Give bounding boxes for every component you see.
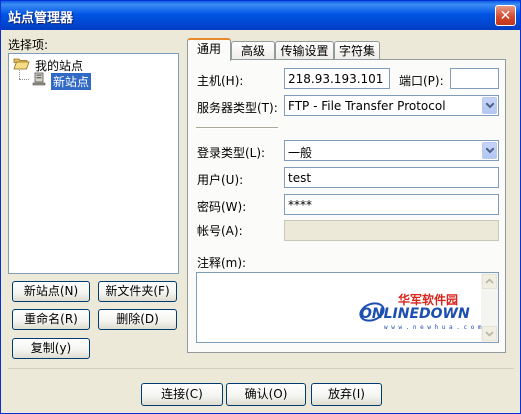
connect-button[interactable]: 连接(C) [141,383,223,406]
cancel-button-label: 放弃(I) [328,387,365,401]
password-label: 密码(W): [197,200,247,214]
chevron-down-icon [486,148,494,154]
copy-button-label: 复制(y) [30,341,72,355]
host-label: 主机(H): [197,74,244,88]
port-input[interactable] [450,68,499,89]
host-input[interactable]: 218.93.193.101 [284,68,390,89]
port-label: 端口(P): [399,74,444,88]
watermark-en: ONLINEDOWN [360,306,470,322]
chevron-down-icon [486,103,494,109]
site-tree[interactable]: 我的站点 新站点 [8,53,179,274]
site-manager-window: 站点管理器 ✕ 选择项: 我的站点 新站点 新站点(N) 新文件夹(F) 重命名… [0,0,521,414]
new-folder-button-label: 新文件夹(F) [105,284,170,298]
onlinedown-logo: 华军软件园 ONLINEDOWN w w w . n e w h u a . c… [359,292,482,331]
server-type-value: FTP - File Transfer Protocol [288,99,446,113]
watermark-cn: 华军软件园 [398,292,458,307]
password-input[interactable]: **** [284,194,499,215]
select-label: 选择项: [8,38,49,52]
new-folder-button[interactable]: 新文件夹(F) [98,281,177,302]
close-icon: ✕ [499,8,512,24]
watermark-logo: 华军软件园 ONLINEDOWN w w w . n e w h u a . c… [356,291,496,333]
ok-button[interactable]: 确认(O) [226,383,306,406]
chevron-up-icon [485,278,494,284]
rename-button-label: 重命名(R) [24,312,78,326]
close-button[interactable]: ✕ [495,5,516,26]
title-bar[interactable]: 站点管理器 ✕ [1,1,520,30]
cancel-button[interactable]: 放弃(I) [311,383,382,406]
separator [196,127,278,129]
server-type-select[interactable]: FTP - File Transfer Protocol [284,95,499,116]
login-type-select[interactable]: 一般 [284,140,499,161]
window-title: 站点管理器 [8,11,74,26]
login-type-dropdown-button[interactable] [482,142,497,159]
server-type-dropdown-button[interactable] [482,97,497,114]
copy-button[interactable]: 复制(y) [12,338,90,359]
delete-button[interactable]: 删除(D) [98,309,177,330]
footer-divider [8,368,514,369]
user-label: 用户(U): [197,173,244,187]
server-type-label: 服务器类型(T): [197,101,278,115]
watermark-url: w w w . n e w h u a . c o m [384,324,482,331]
new-site-button-label: 新站点(N) [23,284,79,298]
tab-charset[interactable]: 字符集 [334,41,380,61]
comment-label: 注释(m): [197,256,247,270]
connect-button-label: 连接(C) [161,387,203,401]
user-input[interactable]: test [284,167,499,188]
scroll-up-button[interactable] [482,274,497,289]
tab-advanced[interactable]: 高级 [231,41,275,61]
rename-button[interactable]: 重命名(R) [12,309,90,330]
new-site-button[interactable]: 新站点(N) [12,281,90,302]
tree-item-new-site[interactable]: 新站点 [51,73,92,90]
server-icon [32,72,46,86]
account-label: 帐号(A): [197,224,243,238]
delete-button-label: 删除(D) [116,312,159,326]
tab-transfer-settings[interactable]: 传输设置 [275,41,334,61]
tab-general[interactable]: 通用 [187,38,231,61]
login-type-label: 登录类型(L): [197,146,266,160]
login-type-value: 一般 [288,146,313,160]
open-folder-icon [13,58,30,70]
ok-button-label: 确认(O) [244,387,288,401]
account-input [284,220,499,241]
tree-connector [19,79,29,80]
